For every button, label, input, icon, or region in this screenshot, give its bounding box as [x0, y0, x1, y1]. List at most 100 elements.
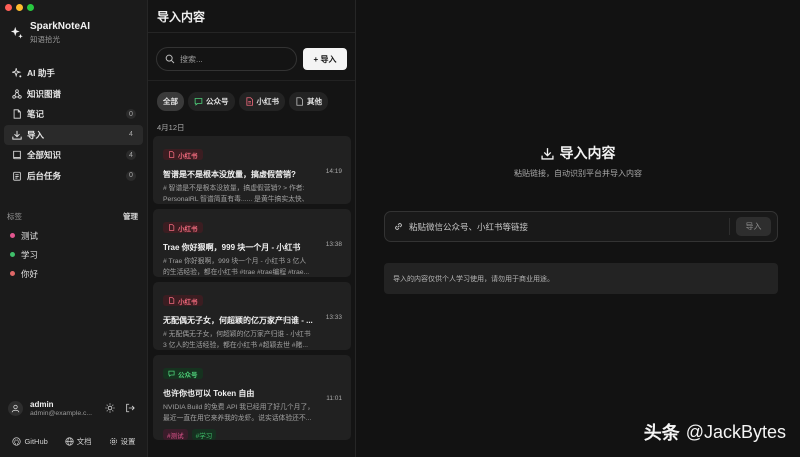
tag-list: 测试 学习 你好: [10, 226, 38, 283]
tag-item-hello[interactable]: 你好: [10, 264, 38, 283]
excerpt-line: 3 亿人的生活经验，都在小红书 #超颖去世 #赌...: [163, 342, 309, 349]
card-title: 也许你也可以 Token 自由: [163, 389, 255, 398]
count-badge: 4: [126, 150, 136, 161]
filter-tab-all[interactable]: 全部: [157, 92, 184, 111]
tag-color-dot: [10, 233, 15, 238]
source-badge: 小红书: [163, 149, 203, 160]
card-tags: #测试 #学习: [163, 429, 342, 440]
search-box: [156, 47, 297, 71]
search-input[interactable]: [180, 54, 280, 64]
sidebar-item-label: 后台任务: [27, 170, 62, 181]
source-label: 公众号: [178, 371, 198, 379]
settings-label: 设置: [120, 437, 136, 446]
card-time: 11:01: [326, 395, 342, 402]
watermark: 头条 @JackBytes: [644, 419, 786, 445]
user-email: admin@example.c...: [30, 409, 93, 417]
source-label: 小红书: [178, 298, 198, 306]
import-card[interactable]: 小红书 无配偶无子女，何超颖的亿万家产归谁 - ... # 无配偶无子女，何超颖…: [153, 282, 351, 350]
chat-icon: [168, 370, 175, 377]
source-badge: 小红书: [163, 295, 203, 306]
card-excerpt: NVIDIA Build 的免费 API 我已经用了好几个月了， 最近一直在用它…: [163, 402, 321, 424]
github-label: GitHub: [24, 437, 48, 446]
divider: [729, 218, 730, 235]
import-card[interactable]: 公众号 也许你也可以 Token 自由 NVIDIA Build 的免费 API…: [153, 355, 351, 440]
sidebar-item-all-knowledge[interactable]: 全部知识 4: [4, 145, 143, 166]
search-row: + 导入: [156, 47, 347, 71]
excerpt-line: # 无配偶无子女，何超颖的亿万家产归谁 - 小红书: [163, 331, 311, 338]
sidebar-item-import[interactable]: 导入 4: [4, 124, 143, 145]
app-tagline: 知语拾光: [30, 35, 60, 44]
link-input[interactable]: [409, 221, 729, 232]
theme-toggle-button[interactable]: [103, 401, 117, 415]
tag-color-dot: [10, 271, 15, 276]
graph-icon: [11, 88, 22, 99]
xiaohongshu-icon: [169, 151, 175, 158]
count-badge: 4: [129, 131, 133, 139]
panel-title: 导入内容: [148, 0, 355, 33]
app-brand: SparkNoteAI 知语拾光: [10, 21, 90, 45]
filter-tab-xiaohongshu[interactable]: 小红书: [238, 92, 285, 111]
app-name: SparkNoteAI: [30, 21, 91, 32]
source-filter-tabs: 全部 公众号 小红书 其他: [157, 92, 328, 111]
excerpt-line: # Trae 你好狠啊，999 块一个月 - 小红书 3 亿人: [163, 258, 307, 265]
sidebar-item-notes[interactable]: 笔记 0: [4, 104, 143, 125]
source-badge: 小红书: [163, 222, 203, 233]
card-title: 无配偶无子女，何超颖的亿万家产归谁 - ...: [163, 316, 313, 325]
github-icon: [12, 437, 22, 446]
logout-button[interactable]: [123, 401, 137, 415]
task-icon: [11, 170, 22, 181]
sidebar-item-label: AI 助手: [27, 68, 55, 79]
card-time: 14:19: [325, 168, 342, 175]
add-import-button[interactable]: + 导入: [303, 48, 347, 70]
filter-label: 小红书: [256, 97, 280, 106]
xiaohongshu-icon: [245, 97, 253, 106]
tag-item-test[interactable]: 测试: [10, 226, 38, 245]
sidebar-item-ai-assistant[interactable]: AI 助手: [4, 63, 143, 84]
source-label: 小红书: [178, 152, 198, 160]
xiaohongshu-icon: [169, 297, 175, 304]
gear-icon: [109, 437, 117, 446]
import-heading-text: 导入内容: [559, 145, 616, 161]
filter-tab-gongzhonghao[interactable]: 公众号: [188, 92, 235, 111]
avatar[interactable]: [8, 400, 23, 416]
filter-tab-other[interactable]: 其他: [289, 92, 328, 111]
card-title: Trae 你好狠啊，999 块一个月 - 小红书: [163, 243, 301, 252]
tag-color-dot: [10, 252, 15, 257]
tag-label: 学习: [21, 249, 39, 260]
date-group-label: 4月12日: [157, 123, 185, 132]
download-icon: [11, 129, 22, 140]
minimize-window-button[interactable]: [16, 4, 23, 11]
settings-link[interactable]: 设置: [109, 436, 136, 447]
import-card[interactable]: 小红书 Trae 你好狠啊，999 块一个月 - 小红书 # Trae 你好狠啊…: [153, 209, 351, 277]
tags-title: 标签: [7, 212, 22, 221]
sidebar: SparkNoteAI 知语拾光 AI 助手 知识图谱 笔记 0 导入 4 全部…: [0, 0, 148, 457]
import-list-panel: 导入内容 + 导入 全部 公众号 小红书 其他 4月12日: [148, 0, 356, 457]
github-link[interactable]: GitHub: [12, 436, 48, 447]
card-excerpt: # 无配偶无子女，何超颖的亿万家产归谁 - 小红书 3 亿人的生活经验，都在小红…: [163, 329, 321, 351]
book-icon: [11, 150, 22, 161]
docs-link[interactable]: 文档: [65, 436, 92, 447]
filter-label: 公众号: [206, 97, 229, 106]
user-panel: admin admin@example.c...: [4, 394, 141, 422]
card-tag[interactable]: #学习: [191, 429, 217, 440]
maximize-window-button[interactable]: [27, 4, 34, 11]
card-tag[interactable]: #测试: [163, 429, 188, 440]
tag-label: 测试: [21, 230, 39, 241]
card-excerpt: # 智谱是不是根本没放量，搞虚假营销? > 作者: PersonalRL 智谱简…: [163, 183, 321, 205]
tags-manage-link[interactable]: 管理: [123, 211, 138, 222]
sidebar-item-background-tasks[interactable]: 后台任务 0: [4, 166, 143, 187]
user-name: admin: [30, 399, 54, 409]
count-badge: 0: [126, 170, 136, 181]
user-icon: [11, 404, 20, 412]
filter-label: 全部: [163, 97, 178, 106]
import-subtitle: 粘贴链接，自动识别平台并导入内容: [514, 169, 642, 178]
tag-label: 你好: [21, 268, 39, 279]
excerpt-line: 的生活经验，都在小红书 #trae #trae编程 #trae...: [163, 269, 310, 276]
sparkle-icon: [11, 68, 22, 79]
sidebar-item-knowledge-graph[interactable]: 知识图谱: [4, 84, 143, 105]
submit-import-button[interactable]: 导入: [736, 217, 771, 236]
import-card[interactable]: 小红书 智谱是不是根本没放量，搞虚假营销? # 智谱是不是根本没放量，搞虚假营销…: [153, 136, 351, 204]
close-window-button[interactable]: [5, 4, 12, 11]
file-icon: [296, 97, 303, 106]
tag-item-study[interactable]: 学习: [10, 245, 38, 264]
